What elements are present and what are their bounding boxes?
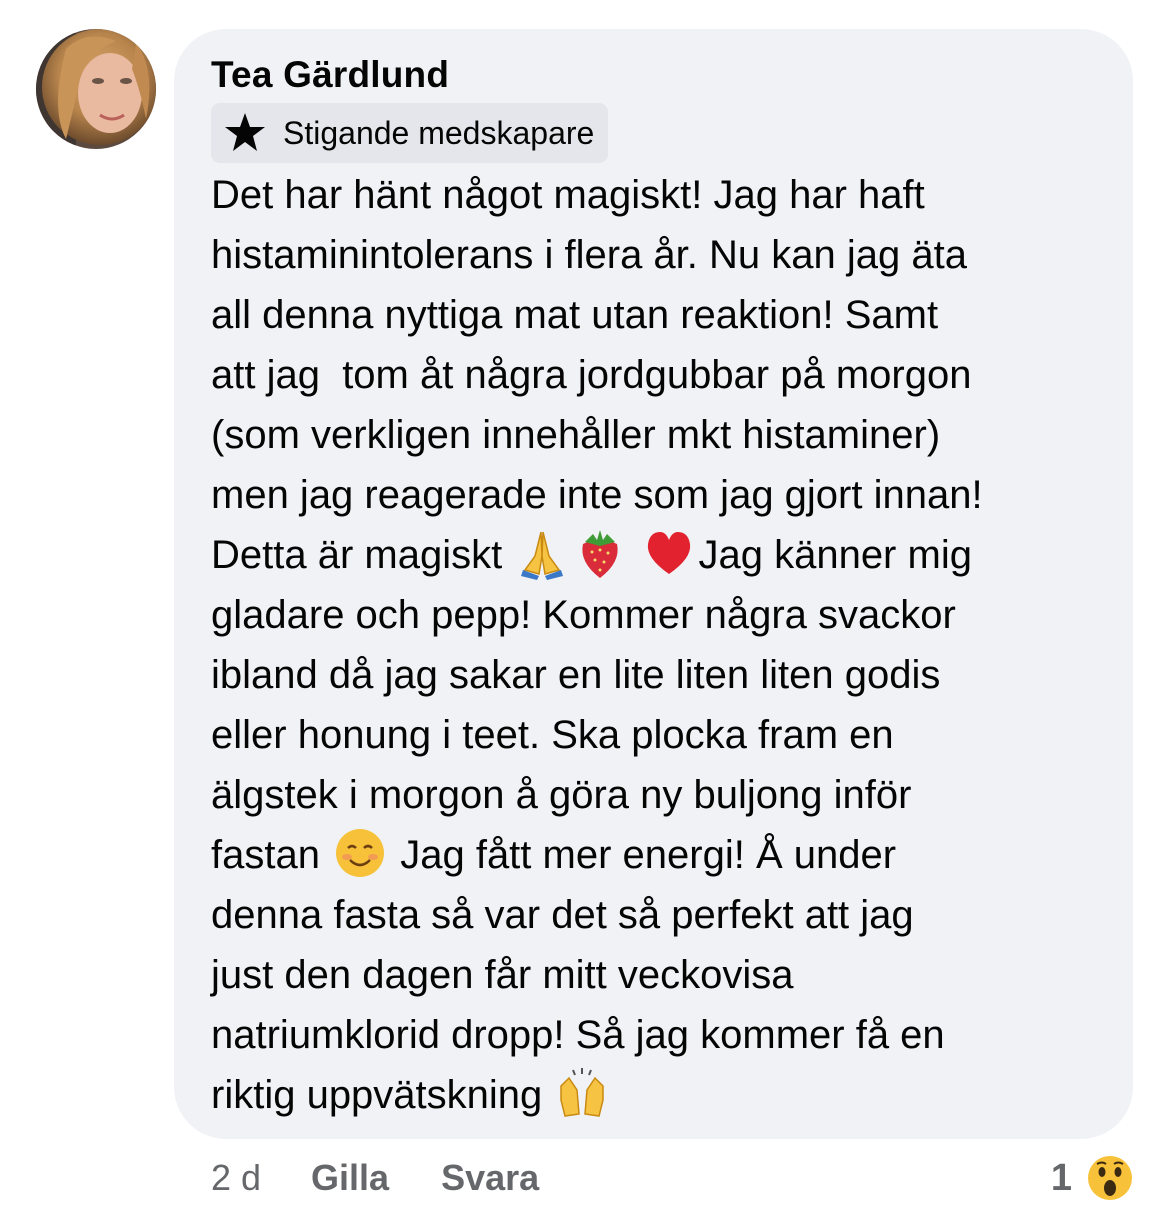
comment-segment: Jag känner mig xyxy=(698,533,972,577)
strawberry-emoji xyxy=(573,526,627,580)
badge-label: Stigande medskapare xyxy=(283,115,595,151)
comment-line: denna fasta så var det så perfekt att ja… xyxy=(211,893,914,937)
comment-line: natriumklorid dropp! Så jag kommer få en xyxy=(211,1013,945,1057)
comment-actions: 2 d Gilla Svara xyxy=(211,1155,591,1201)
comment-line: just den dagen får mitt veckovisa xyxy=(211,953,794,997)
red-heart-emoji xyxy=(642,526,696,580)
comment-line-with-emoji: riktig uppvätskning xyxy=(211,1065,1111,1125)
comment-line-with-emoji: fastan Jag fått mer energi! Å under xyxy=(211,825,1111,885)
star-icon xyxy=(223,111,267,155)
contributor-badge[interactable]: Stigande medskapare xyxy=(211,103,609,163)
smiling-face-emoji xyxy=(333,826,387,880)
comment-author-name[interactable]: Tea Gärdlund xyxy=(211,53,1103,97)
comment-line-with-emojis: Detta är magiskt Jag känner mig xyxy=(211,525,1111,585)
comment-line: älgstek i morgon å göra ny buljong inför xyxy=(211,773,912,817)
comment-text: Det har hänt något magiskt! Jag har haft… xyxy=(211,165,1111,1125)
like-button[interactable]: Gilla xyxy=(311,1157,389,1199)
reaction-summary[interactable]: 1 xyxy=(1051,1152,1136,1204)
reply-button[interactable]: Svara xyxy=(441,1157,539,1199)
folded-hands-emoji xyxy=(515,526,569,580)
comment-line: att jag tom åt några jordgubbar på morgo… xyxy=(211,353,972,397)
comment-line: eller honung i teet. Ska plocka fram en xyxy=(211,713,894,757)
comment-line: Det har hänt något magiskt! Jag har haft xyxy=(211,173,925,217)
comment-line: (som verkligen innehåller mkt histaminer… xyxy=(211,413,941,457)
wow-reaction-icon xyxy=(1084,1152,1136,1204)
reaction-count: 1 xyxy=(1050,1156,1072,1199)
comment-segment: fastan xyxy=(211,833,320,877)
comment-timestamp[interactable]: 2 d xyxy=(211,1157,261,1199)
raising-hands-emoji xyxy=(555,1066,609,1120)
comment-line: ibland då jag sakar en lite liten liten … xyxy=(211,653,941,697)
comment-line: histaminintolerans i flera år. Nu kan ja… xyxy=(211,233,967,277)
avatar[interactable] xyxy=(36,29,156,149)
comment-segment: Detta är magiskt xyxy=(211,533,503,577)
comment-segment: riktig uppvätskning xyxy=(211,1073,543,1117)
comment-bubble: Tea Gärdlund Stigande medskapare Det har… xyxy=(174,29,1133,1139)
comment-line: all denna nyttiga mat utan reaktion! Sam… xyxy=(211,293,939,337)
comment-line: gladare och pepp! Kommer några svackor xyxy=(211,593,956,637)
comment-segment: Jag fått mer energi! Å under xyxy=(400,833,897,877)
comment-line: men jag reagerade inte som jag gjort inn… xyxy=(211,473,983,517)
